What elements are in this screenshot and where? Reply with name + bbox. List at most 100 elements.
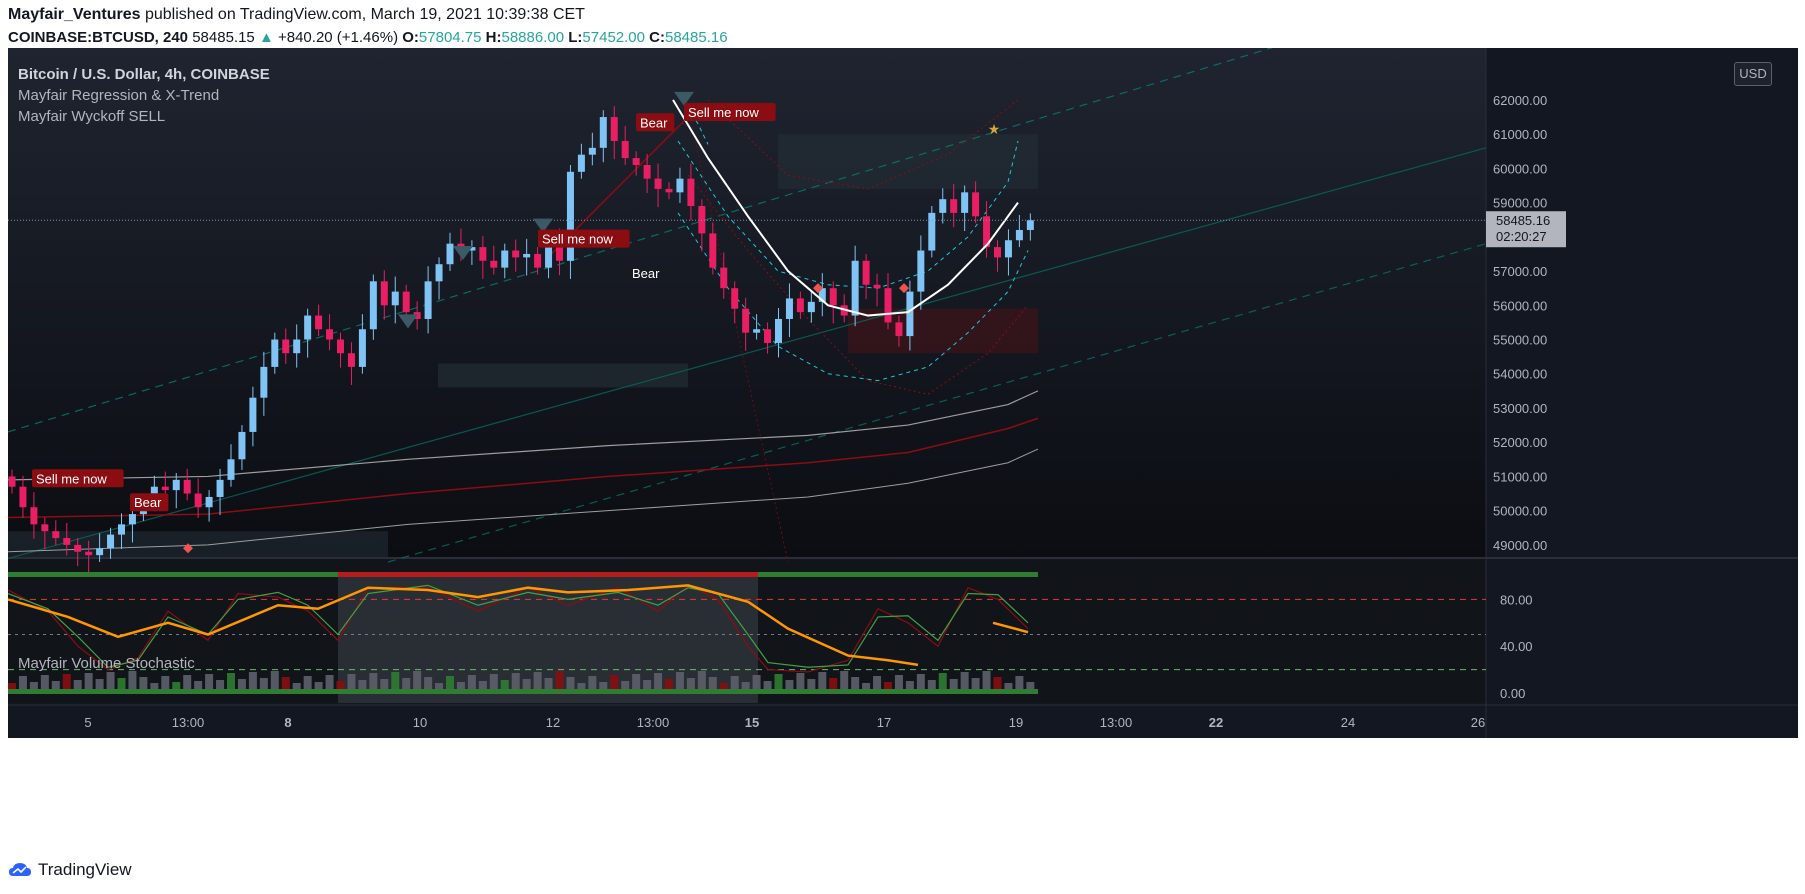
- volume-bar: [84, 673, 93, 689]
- volume-bar: [632, 674, 641, 689]
- price-tick-label: 59000.00: [1493, 196, 1547, 211]
- candle-body: [490, 260, 498, 268]
- volume-bar: [730, 676, 739, 689]
- candle-body: [643, 164, 651, 179]
- currency-button[interactable]: USD: [1734, 62, 1772, 86]
- trend-bar-green-2: [758, 572, 1038, 577]
- candle-body: [534, 253, 542, 268]
- volume-bar: [610, 675, 619, 689]
- legend-main-series[interactable]: Bitcoin / U.S. Dollar, 4h, COINBASE: [18, 64, 270, 85]
- volume-bar: [95, 679, 104, 689]
- volume-bar: [873, 676, 882, 689]
- candle-body: [271, 339, 279, 367]
- star-icon: ★: [988, 122, 1001, 138]
- volume-bar: [982, 671, 991, 689]
- volume-bar: [697, 671, 706, 689]
- price-tick-label: 60000.00: [1493, 161, 1547, 176]
- candle-body: [709, 233, 717, 268]
- volume-bar: [380, 679, 389, 689]
- volume-bar: [456, 682, 465, 689]
- volume-bar: [533, 672, 542, 689]
- annotation-label: Sell me now: [36, 471, 107, 486]
- oscillator-title[interactable]: Mayfair Volume Stochastic: [18, 655, 195, 672]
- stoch-tick-label: 80.00: [1500, 592, 1533, 607]
- volume-bar: [588, 676, 597, 689]
- candle-body: [939, 199, 947, 213]
- candle-body: [753, 329, 761, 333]
- candle-body: [172, 479, 180, 491]
- candle-body: [249, 397, 257, 432]
- last-price: 58485.15: [192, 29, 255, 46]
- volume-bar: [993, 677, 1002, 689]
- volume-bar: [270, 671, 279, 689]
- candle-body: [216, 479, 224, 497]
- time-tick-label: 13:00: [1100, 715, 1133, 730]
- candle-body: [654, 178, 662, 189]
- volume-bar: [500, 680, 509, 689]
- candle-body: [731, 288, 739, 309]
- tradingview-logo[interactable]: TradingView: [8, 860, 132, 880]
- publish-header: Mayfair_Ventures published on TradingVie…: [8, 6, 585, 24]
- volume-bar: [949, 679, 958, 689]
- volume-bar: [905, 681, 914, 689]
- candle-body: [851, 260, 859, 316]
- candle-body: [30, 507, 38, 525]
- volume-bar: [960, 672, 969, 689]
- volume-bar: [172, 682, 181, 689]
- candle-body: [501, 250, 509, 268]
- price-tick-label: 54000.00: [1493, 367, 1547, 382]
- time-tick-label: 19: [1009, 715, 1023, 730]
- ohlc-header: COINBASE:BTCUSD, 240 58485.15 ▲ +840.20 …: [8, 29, 728, 46]
- candle-body: [577, 154, 585, 172]
- annotation-label: Bear: [134, 495, 162, 510]
- candle-body: [523, 253, 531, 258]
- volume-bar: [741, 682, 750, 689]
- candle-body: [950, 199, 958, 213]
- stoch-tick-label: 40.00: [1500, 639, 1533, 654]
- volume-bar: [8, 683, 16, 689]
- volume-bar: [566, 677, 575, 689]
- volume-bar: [654, 673, 663, 689]
- candle-body: [917, 250, 925, 292]
- price-chart[interactable]: ★★Sell me nowBearSell me nowBearBearSell…: [8, 48, 1798, 848]
- volume-bar: [665, 679, 673, 689]
- volume-bar: [752, 675, 761, 689]
- author-name[interactable]: Mayfair_Ventures: [8, 6, 141, 23]
- candle-body: [194, 493, 202, 508]
- volume-bar: [851, 677, 860, 689]
- volume-bar: [446, 676, 454, 689]
- price-tick-label: 51000.00: [1493, 469, 1547, 484]
- candle-body: [424, 281, 432, 319]
- candle-body: [512, 250, 520, 258]
- candle-body: [862, 260, 870, 285]
- candle-body: [764, 329, 772, 343]
- legend-indicator-wyckoff[interactable]: Mayfair Wyckoff SELL: [18, 106, 270, 127]
- volume-bar: [194, 681, 203, 689]
- volume-bar: [358, 680, 367, 689]
- candle-body: [1015, 229, 1023, 241]
- time-tick-label: 8: [284, 715, 291, 730]
- candle-body: [775, 318, 782, 343]
- candle-body: [74, 544, 82, 552]
- bottom-trend-bar: [8, 689, 1038, 694]
- volume-bar: [336, 681, 345, 689]
- close-label: C:: [649, 29, 665, 46]
- price-tick-label: 62000.00: [1493, 93, 1547, 108]
- up-arrow-icon: ▲: [258, 29, 274, 46]
- candle-body: [698, 206, 706, 234]
- volume-bar: [150, 683, 159, 689]
- volume-bar: [489, 674, 498, 689]
- candle-body: [118, 524, 125, 535]
- open-value: 57804.75: [418, 29, 482, 46]
- volume-bar: [435, 683, 444, 689]
- legend-indicator-regression[interactable]: Mayfair Regression & X-Trend: [18, 85, 270, 106]
- volume-bar: [106, 672, 115, 689]
- candle-body: [599, 117, 607, 148]
- candle-body: [785, 298, 793, 319]
- candle-body: [205, 496, 213, 508]
- supply-zone-top: [778, 134, 1038, 189]
- volume-bar: [18, 676, 27, 689]
- volume-bar: [719, 683, 728, 689]
- low-value: 57452.00: [582, 29, 645, 46]
- volume-bar: [708, 677, 717, 689]
